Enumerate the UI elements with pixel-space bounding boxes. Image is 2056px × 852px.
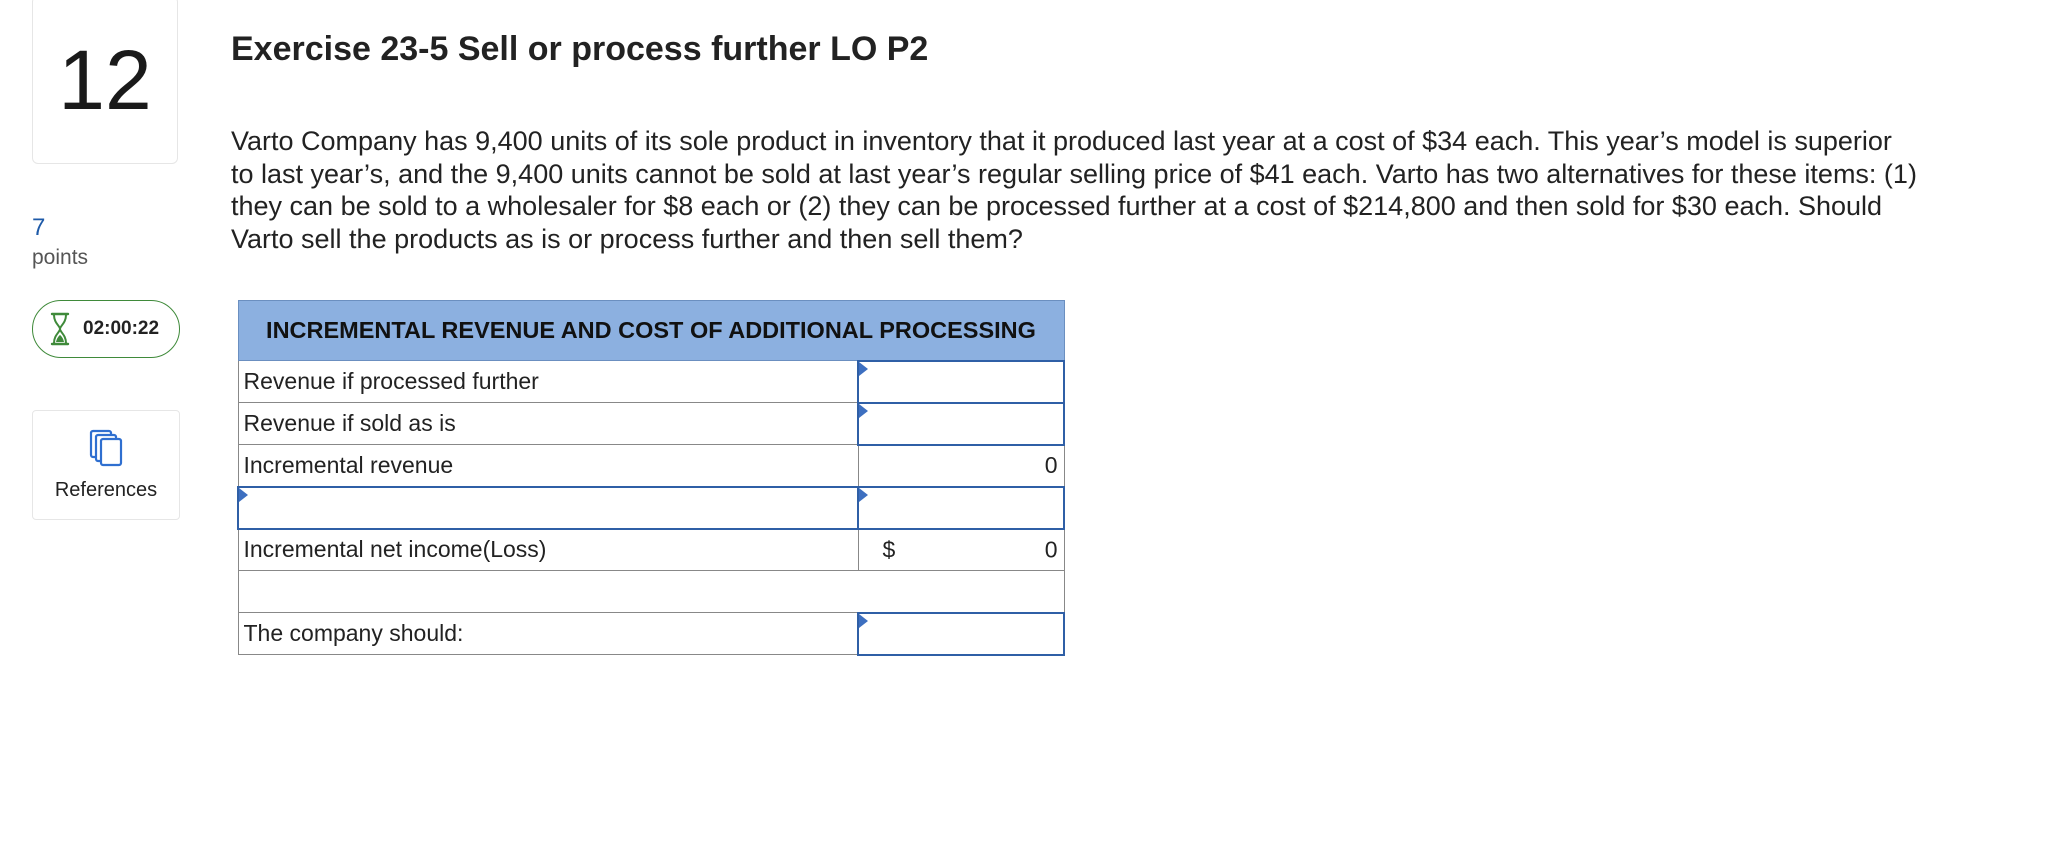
currency-symbol: $ [882,536,896,563]
points-label: points [32,246,89,269]
revenue-processed-input[interactable] [857,359,1065,404]
table-row: The company should: [237,611,1065,656]
table-row: Revenue if processed further [237,359,1065,404]
exercise-title: Exercise 23-5 Sell or process further LO… [231,30,929,68]
table-row: Incremental revenue 0 [237,444,1065,487]
references-label: References [54,478,158,501]
net-income-value: 0 [1044,536,1058,563]
incremental-revenue-value: 0 [857,444,1065,487]
timer-badge: 02:00:22 [32,300,180,358]
references-button[interactable]: References [32,410,180,520]
timer-value: 02:00:22 [83,318,160,339]
cost-value-input[interactable] [857,485,1065,530]
table-row: Revenue if sold as is [237,401,1065,446]
row-label: Revenue if sold as is [237,402,859,445]
table-row [237,570,1065,613]
net-income-cell: $ 0 [857,528,1065,571]
decision-select[interactable] [857,611,1065,656]
hourglass-icon [50,312,70,346]
row-label: Revenue if processed further [237,360,859,403]
row-label: The company should: [237,612,859,655]
table-row [237,485,1065,530]
question-number-box: 12 [32,0,178,164]
revenue-as-is-input[interactable] [857,401,1065,446]
cost-label-input[interactable] [237,485,859,530]
table-header: INCREMENTAL REVENUE AND COST OF ADDITION… [237,300,1065,361]
table-row: Incremental net income(Loss) $ 0 [237,528,1065,571]
row-label: Incremental revenue [237,444,859,487]
problem-text: Varto Company has 9,400 units of its sol… [231,126,1917,254]
question-number: 12 [58,32,152,127]
row-label: Incremental net income(Loss) [237,528,859,571]
points-value: 7 [32,214,46,241]
copy-documents-icon [89,429,123,466]
blank-row [237,570,1065,613]
incremental-analysis-table: INCREMENTAL REVENUE AND COST OF ADDITION… [237,300,1065,656]
